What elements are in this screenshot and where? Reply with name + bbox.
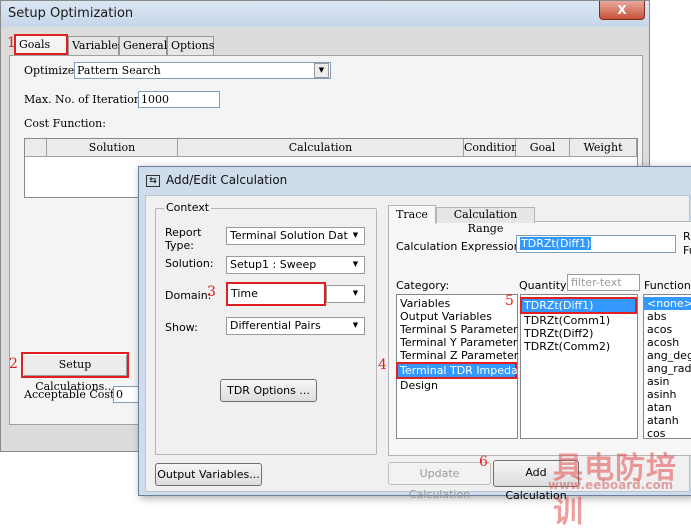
tab-options[interactable]: Options [167, 36, 214, 55]
list-item[interactable]: Output Variables [397, 310, 517, 323]
list-item[interactable]: asinh [644, 388, 691, 401]
function-list[interactable]: <none> abs acos acosh ang_deg ang_rad as… [643, 294, 691, 439]
annotation-6: 6 [479, 454, 488, 470]
list-item[interactable]: acos [644, 323, 691, 336]
column-calculation[interactable]: Calculation [178, 139, 464, 157]
tab-goals-label: Goals [19, 38, 51, 51]
close-icon[interactable]: X [599, 1, 645, 20]
solution-value: Setup1 : Sweep [230, 258, 317, 271]
tdr-options-label: TDR Options ... [227, 384, 310, 397]
report-type-select[interactable]: Terminal Solution Data [226, 227, 365, 245]
tab-variables-label: Variables [72, 39, 124, 52]
category-list[interactable]: Variables Output Variables Terminal S Pa… [396, 294, 531, 439]
list-item[interactable]: Terminal Y Parameter [397, 336, 517, 349]
category-label: Category: [396, 279, 450, 292]
quantity-list[interactable]: TDRZt(Diff1) TDRZt(Comm1) TDRZt(Diff2) T… [520, 294, 638, 439]
acceptable-cost-input[interactable]: 0 [113, 386, 139, 403]
acceptable-cost-value: 0 [116, 388, 123, 401]
max-iterations-value: 1000 [141, 93, 169, 106]
quantity-filter-placeholder: filter-text [571, 276, 622, 289]
chevron-down-icon[interactable]: ▼ [348, 258, 363, 273]
tab-options-label: Options [171, 39, 215, 52]
tab-goals[interactable]: Goals [14, 34, 68, 55]
solution-label: Solution: [165, 257, 214, 270]
range-label-clipped: Ra [683, 230, 691, 243]
list-item[interactable]: acosh [644, 336, 691, 349]
optimizer-select[interactable]: Pattern Search [74, 62, 331, 79]
list-item[interactable]: ang_deg [644, 349, 691, 362]
list-item[interactable]: Terminal Z Parameter [397, 349, 518, 362]
list-item[interactable]: Terminal S Parameter [397, 323, 518, 336]
column-goal[interactable]: Goal [516, 139, 570, 157]
calculation-expression-label: Calculation Expression : [396, 240, 528, 253]
calculation-expression-value: TDRZt(Diff1) [520, 237, 592, 250]
report-type-value: Terminal Solution Data [230, 229, 355, 242]
tdr-options-button[interactable]: TDR Options ... [220, 379, 317, 402]
list-item-selected[interactable]: Terminal TDR Impedanc [396, 362, 531, 379]
cost-function-label: Cost Function: [24, 117, 106, 130]
column-solution[interactable]: Solution [47, 139, 178, 157]
calculator-icon: ⇆ [146, 175, 160, 187]
list-item[interactable]: TDRZt(Comm2) [521, 340, 637, 353]
chevron-down-icon[interactable]: ▼ [314, 63, 329, 78]
list-item[interactable]: asin [644, 375, 691, 388]
optimizer-value: Pattern Search [77, 64, 161, 77]
tab-general[interactable]: General [119, 36, 167, 55]
context-group-label: Context [164, 201, 212, 214]
list-item-selected[interactable]: TDRZt(Diff1) [520, 297, 637, 314]
tab-trace-label: Trace [396, 208, 428, 221]
show-select[interactable]: Differential Pairs [226, 317, 365, 335]
output-variables-button[interactable]: Output Variables... [155, 463, 262, 486]
setup-calculations-button[interactable]: Setup Calculations... [21, 352, 129, 393]
chevron-down-icon[interactable]: ▼ [348, 319, 363, 334]
report-type-label: Report Type: [165, 226, 202, 252]
chevron-down-icon[interactable]: ▼ [348, 287, 363, 302]
list-item[interactable]: abs [644, 310, 691, 323]
list-item[interactable]: atan [644, 401, 691, 414]
window-title: Add/Edit Calculation [166, 173, 288, 187]
chevron-down-icon[interactable]: ▼ [348, 229, 363, 244]
domain-value: Time [231, 287, 258, 300]
list-item[interactable]: TDRZt(Diff2) [521, 327, 637, 340]
quantity-filter-input[interactable]: filter-text [567, 274, 640, 291]
list-item[interactable]: TDRZt(Comm1) [521, 314, 637, 327]
list-item[interactable]: atanh [644, 414, 691, 427]
calculation-expression-input[interactable]: TDRZt(Diff1) [516, 235, 676, 253]
update-calculation-button[interactable]: Update Calculation [388, 462, 491, 501]
column-weight[interactable]: Weight [570, 139, 637, 157]
output-variables-label: Output Variables... [157, 468, 260, 481]
domain-label: Domain: [165, 289, 212, 302]
tab-general-label: General [123, 39, 168, 52]
show-label: Show: [165, 321, 198, 334]
list-item[interactable]: Design [397, 379, 517, 392]
max-iterations-input[interactable]: 1000 [138, 91, 220, 108]
domain-select[interactable]: Time [226, 282, 326, 306]
list-item-selected[interactable]: <none> [644, 297, 691, 310]
tab-variables[interactable]: Variables [68, 36, 124, 55]
max-iterations-label: Max. No. of Iterations: [24, 93, 151, 106]
list-item[interactable]: ang_rad [644, 362, 691, 375]
column-condition[interactable]: Condition [464, 139, 518, 157]
annotation-4: 4 [378, 357, 387, 373]
window-title: Setup Optimization [8, 6, 134, 21]
annotation-2: 2 [9, 356, 18, 372]
table-header-blank [25, 139, 47, 157]
list-item[interactable]: cos [644, 427, 691, 438]
quantity-label: Quantity: [519, 279, 570, 292]
function-label: Function: [644, 279, 691, 292]
list-item[interactable]: Variables [397, 297, 517, 310]
acceptable-cost-label: Acceptable Cost: [24, 388, 119, 401]
annotation-5: 5 [505, 293, 514, 309]
solution-select[interactable]: Setup1 : Sweep [226, 256, 365, 274]
tab-trace[interactable]: Trace [388, 205, 436, 224]
function-label-clipped: Fu [683, 244, 691, 257]
annotation-1: 1 [7, 35, 16, 51]
watermark-url: www.eeboard.com [548, 478, 674, 492]
tab-calculation-range[interactable]: Calculation Range [436, 207, 535, 235]
setup-optimization-title-bar[interactable]: Setup Optimization X [1, 1, 649, 27]
show-value: Differential Pairs [230, 319, 321, 332]
annotation-3: 3 [207, 284, 216, 300]
